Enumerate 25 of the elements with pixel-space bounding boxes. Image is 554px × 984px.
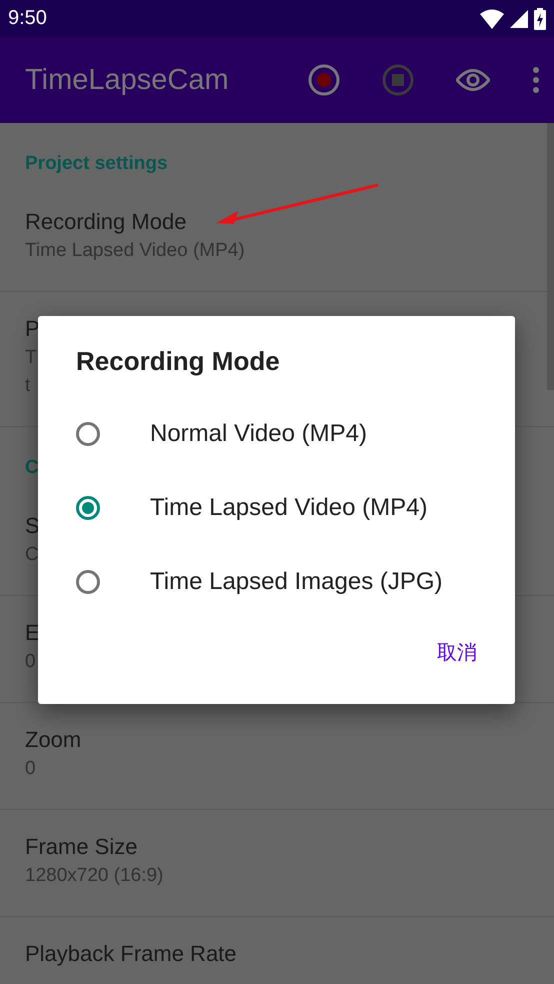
radio-button[interactable] <box>76 570 100 594</box>
dialog-title: Recording Mode <box>76 346 280 377</box>
setting-title[interactable]: E <box>25 618 40 648</box>
wifi-icon <box>480 8 504 28</box>
record-icon[interactable] <box>308 64 340 96</box>
more-icon[interactable] <box>532 67 540 93</box>
setting-title[interactable]: Recording Mode <box>25 207 186 237</box>
app-title: TimeLapseCam <box>25 64 229 96</box>
section-header: C <box>25 456 39 480</box>
setting-title[interactable]: P <box>25 314 40 344</box>
cancel-button[interactable]: 取消 <box>429 631 485 674</box>
setting-title[interactable]: Zoom <box>25 725 82 755</box>
radio-option[interactable]: Time Lapsed Video (MP4) <box>76 471 477 545</box>
radio-option[interactable]: Time Lapsed Images (JPG) <box>76 545 477 619</box>
radio-button[interactable] <box>76 496 100 520</box>
setting-title[interactable]: S <box>25 511 40 541</box>
setting-title[interactable]: Frame Size <box>25 832 138 862</box>
eye-icon[interactable] <box>456 69 490 91</box>
signal-icon <box>510 10 528 28</box>
status-time: 9:50 <box>8 7 47 30</box>
setting-title[interactable]: Playback Frame Rate <box>25 939 237 969</box>
battery-icon <box>534 8 546 30</box>
radio-button[interactable] <box>76 422 100 446</box>
radio-option[interactable]: Normal Video (MP4) <box>76 397 477 471</box>
section-header: Project settings <box>25 152 168 176</box>
